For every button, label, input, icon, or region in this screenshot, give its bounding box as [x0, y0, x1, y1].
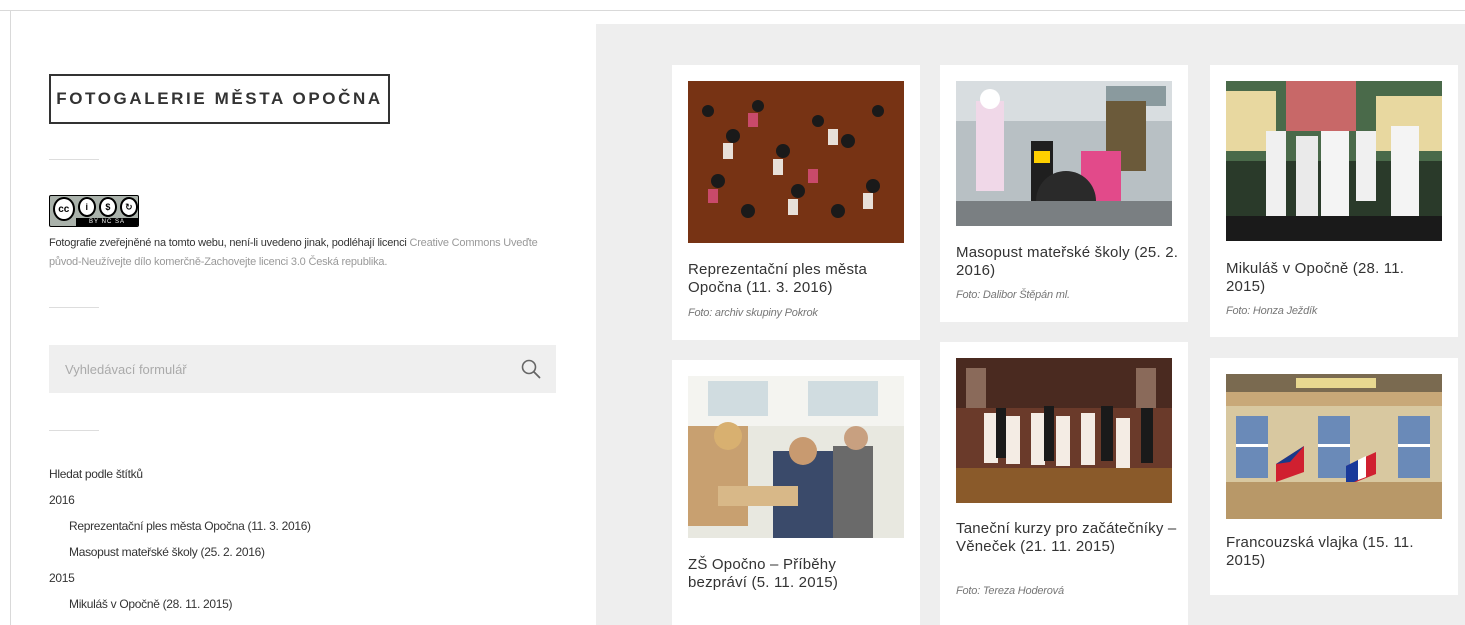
carnival-kids-photo-icon[interactable]: [956, 81, 1172, 226]
gallery-card[interactable]: ZŠ Opočno – Příběhy bezpráví (5. 11. 201…: [672, 360, 920, 625]
sidebar: FOTOGALERIE MĚSTA OPOČNA cc i $ ↻ BY NC …: [11, 11, 596, 625]
stage-performance-photo-icon[interactable]: [1226, 81, 1442, 241]
cc-icon: cc: [53, 197, 75, 221]
search-icon[interactable]: [520, 358, 542, 380]
card-credit: Foto: Honza Ježdík: [1226, 305, 1318, 317]
gallery: Reprezentační ples města Opočna (11. 3. …: [596, 24, 1465, 625]
site-title-link[interactable]: FOTOGALERIE MĚSTA OPOČNA: [49, 74, 390, 124]
card-title[interactable]: Masopust mateřské školy (25. 2. 2016): [956, 244, 1181, 280]
search-form: [49, 345, 556, 393]
sa-icon: ↻: [119, 197, 138, 217]
nc-icon: $: [98, 197, 117, 217]
gallery-card[interactable]: Reprezentační ples města Opočna (11. 3. …: [672, 65, 920, 340]
card-title[interactable]: Mikuláš v Opočně (28. 11. 2015): [1226, 260, 1436, 296]
ballroom-dance-photo-icon[interactable]: [688, 81, 904, 243]
search-input[interactable]: [65, 361, 505, 377]
card-title[interactable]: Francouzská vlajka (15. 11. 2015): [1226, 534, 1436, 570]
license-text: Fotografie zveřejněné na tomto webu, nen…: [49, 234, 559, 272]
gallery-card[interactable]: Mikuláš v Opočně (28. 11. 2015) Foto: Ho…: [1210, 65, 1458, 337]
gallery-card[interactable]: Masopust mateřské školy (25. 2. 2016) Fo…: [940, 65, 1188, 322]
tag-item[interactable]: Masopust mateřské školy (25. 2. 2016): [49, 539, 589, 565]
card-credit: Foto: Dalibor Štěpán ml.: [956, 289, 1070, 301]
card-title[interactable]: Taneční kurzy pro začátečníky – Věneček …: [956, 520, 1181, 556]
card-credit: Foto: Tereza Hoderová: [956, 585, 1064, 597]
tag-year-2016[interactable]: 2016: [49, 487, 589, 513]
gallery-card[interactable]: Taneční kurzy pro začátečníky – Věneček …: [940, 342, 1188, 625]
cc-badge-label: BY NC SA: [76, 218, 138, 226]
divider: [49, 307, 99, 308]
card-title[interactable]: ZŠ Opočno – Příběhy bezpráví (5. 11. 201…: [688, 556, 898, 592]
divider: [49, 430, 99, 431]
creative-commons-badge-icon[interactable]: cc i $ ↻ BY NC SA: [49, 195, 139, 227]
tag-year-2015[interactable]: 2015: [49, 565, 589, 591]
card-credit: Foto: archiv skupiny Pokrok: [688, 307, 818, 319]
tags-heading: Hledat podle štítků: [49, 467, 143, 481]
town-hall-flags-photo-icon[interactable]: [1226, 374, 1442, 519]
divider: [49, 159, 99, 160]
dance-course-photo-icon[interactable]: [956, 358, 1172, 503]
card-title[interactable]: Reprezentační ples města Opočna (11. 3. …: [688, 261, 898, 297]
license-text-prefix: Fotografie zveřejněné na tomto webu, nen…: [49, 237, 410, 249]
gallery-card[interactable]: Francouzská vlajka (15. 11. 2015): [1210, 358, 1458, 595]
tag-item[interactable]: Mikuláš v Opočně (28. 11. 2015): [49, 591, 589, 617]
tag-item[interactable]: Reprezentační ples města Opočna (11. 3. …: [49, 513, 589, 539]
by-icon: i: [77, 197, 96, 217]
tags-list: Hledat podle štítků 2016 Reprezentační p…: [49, 461, 589, 617]
classroom-photo-icon[interactable]: [688, 376, 904, 538]
